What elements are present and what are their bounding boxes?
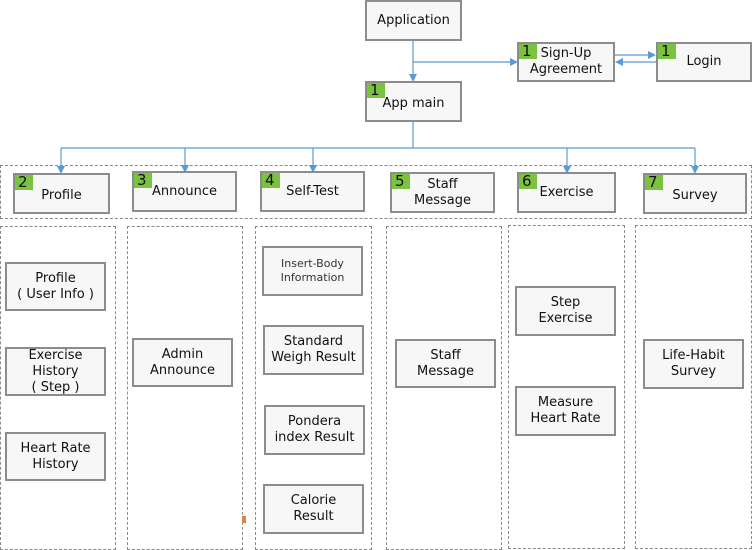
- step-badge: 6: [519, 174, 537, 189]
- screen-label: Standard Weigh Result: [271, 334, 356, 365]
- screen-standard-weigh-result: Standard Weigh Result: [263, 325, 364, 375]
- screen-label: Life-Habit Survey: [662, 348, 725, 379]
- screen-label: Calorie Result: [290, 493, 337, 524]
- screen-label: Insert-Body Information: [280, 257, 345, 284]
- node-app-main: 1 App main: [365, 81, 462, 122]
- step-badge: 1: [658, 44, 676, 59]
- step-badge: 5: [392, 174, 410, 189]
- step-badge: 2: [15, 175, 33, 190]
- menu-staff-message: 5 Staff Message: [390, 172, 495, 213]
- menu-self-test: 4 Self-Test: [260, 171, 365, 212]
- step-badge: 1: [519, 44, 537, 59]
- screen-profile-user-info: Profile ( User Info ): [5, 262, 106, 311]
- screen-label: Step Exercise: [538, 295, 593, 326]
- screen-insert-body-information: Insert-Body Information: [262, 246, 363, 296]
- node-signup-agreement: 1 Sign-Up Agreement: [517, 42, 615, 82]
- node-label: Staff Message: [414, 176, 471, 208]
- node-login: 1 Login: [656, 42, 752, 82]
- menu-survey: 7 Survey: [643, 173, 747, 214]
- screen-admin-announce: Admin Announce: [132, 338, 233, 387]
- node-label: Sign-Up Agreement: [529, 46, 603, 77]
- node-label: Self-Test: [286, 183, 339, 199]
- screen-label: Staff Message: [417, 347, 474, 379]
- step-badge: 4: [262, 173, 280, 188]
- screen-label: Heart Rate History: [20, 440, 91, 472]
- node-label: Announce: [152, 183, 217, 199]
- node-label: Profile: [41, 187, 82, 203]
- column-announce: [127, 226, 243, 550]
- screen-heart-rate-history: Heart Rate History: [5, 432, 106, 481]
- screen-label: Pondera index Result: [274, 414, 355, 445]
- step-badge: 7: [645, 175, 663, 190]
- screen-pondera-index-result: Pondera index Result: [264, 405, 365, 455]
- menu-profile: 2 Profile: [13, 173, 110, 214]
- stray-mark: [242, 516, 246, 523]
- screen-measure-heart-rate: Measure Heart Rate: [515, 386, 616, 436]
- screen-label: Measure Heart Rate: [530, 395, 601, 426]
- screen-calorie-result: Calorie Result: [263, 484, 364, 534]
- node-application: Application: [365, 0, 462, 41]
- screen-label: Admin Announce: [150, 346, 215, 378]
- screen-label: Profile ( User Info ): [17, 270, 94, 302]
- node-label: Login: [686, 54, 722, 69]
- screen-label: Exercise History ( Step ): [28, 347, 83, 395]
- screen-staff-message: Staff Message: [395, 339, 496, 388]
- node-label: Application: [377, 12, 450, 28]
- menu-announce: 3 Announce: [132, 171, 237, 212]
- step-badge: 1: [367, 83, 385, 98]
- screen-exercise-history: Exercise History ( Step ): [5, 347, 106, 396]
- screen-step-exercise: Step Exercise: [515, 286, 616, 336]
- step-badge: 3: [134, 173, 152, 188]
- menu-exercise: 6 Exercise: [517, 172, 616, 213]
- column-staff-message: [386, 226, 502, 550]
- node-label: App main: [382, 95, 445, 111]
- screen-life-habit-survey: Life-Habit Survey: [643, 339, 744, 389]
- node-label: Exercise: [539, 184, 594, 200]
- menu-group: [0, 165, 752, 219]
- node-label: Survey: [672, 187, 718, 203]
